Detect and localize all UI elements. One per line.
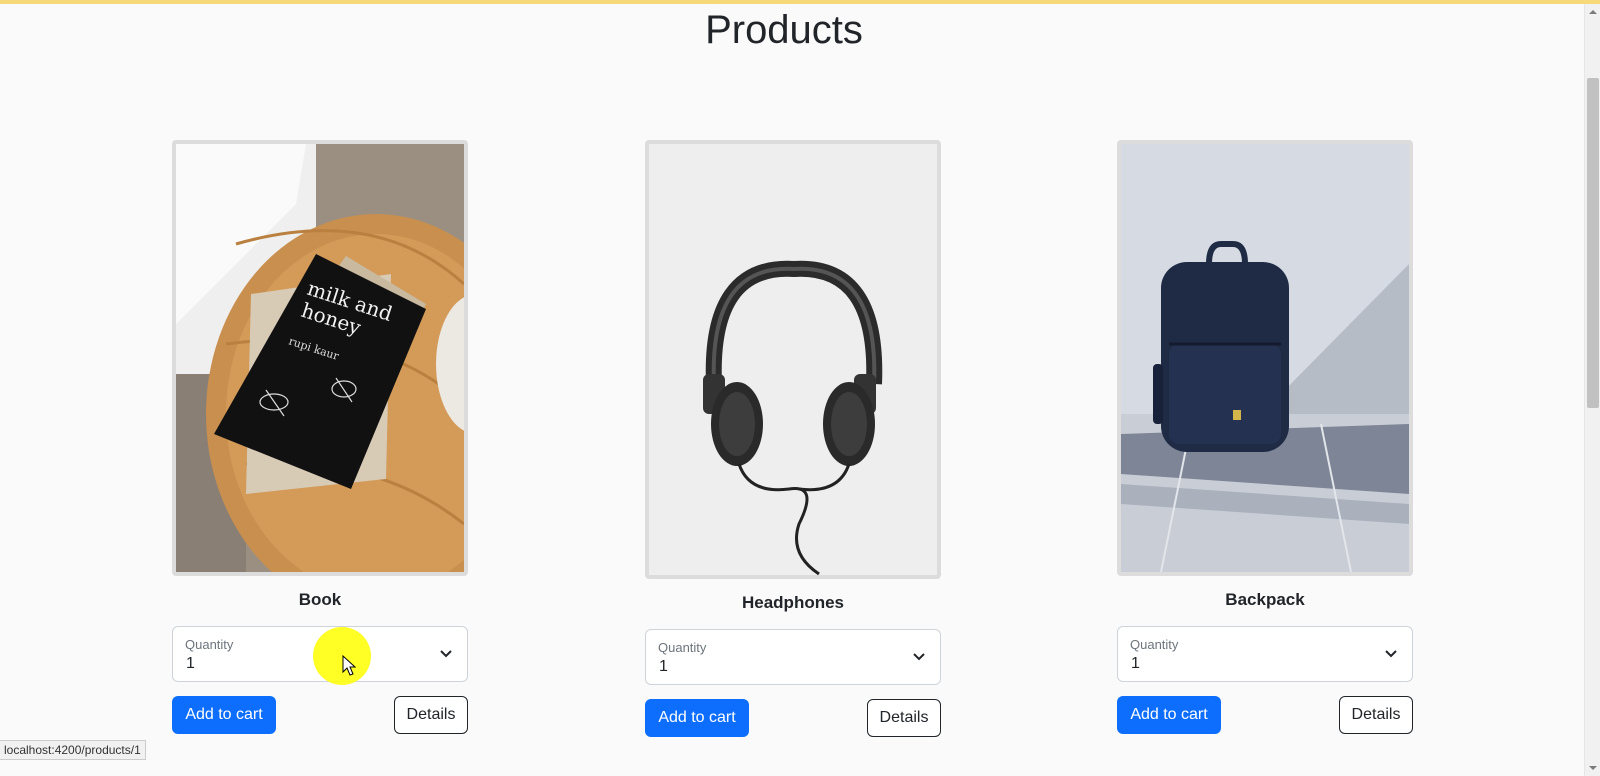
status-url: localhost:4200/products/1 (0, 740, 146, 760)
chevron-down-icon (1385, 650, 1397, 658)
product-name: Book (298, 590, 342, 609)
product-name: Headphones (741, 593, 845, 612)
product-card-headphones: Headphones Quantity 1 Add to cart Detail… (645, 140, 941, 737)
quantity-select[interactable]: Quantity 1 (1117, 626, 1413, 682)
quantity-label: Quantity (1130, 637, 1179, 652)
quantity-label: Quantity (185, 637, 234, 652)
chevron-down-icon (440, 650, 452, 658)
scroll-down-icon[interactable] (1589, 764, 1597, 772)
product-name: Backpack (1225, 590, 1305, 609)
card-actions: Add to cart Details (172, 696, 468, 734)
book-photo: milk and honey rupi kaur (176, 144, 464, 572)
details-button[interactable]: Details (867, 699, 941, 737)
headphones-photo (649, 144, 937, 575)
product-image-backpack[interactable] (1117, 140, 1413, 576)
backpack-photo (1121, 144, 1409, 572)
details-button[interactable]: Details (1339, 696, 1413, 734)
quantity-select[interactable]: Quantity 1 (645, 629, 941, 685)
product-image-book[interactable]: milk and honey rupi kaur (172, 140, 468, 576)
details-button[interactable]: Details (394, 696, 468, 734)
product-card-backpack: Backpack Quantity 1 Add to cart Details (1117, 140, 1413, 734)
scrollbar-thumb[interactable] (1587, 78, 1599, 408)
add-to-cart-button[interactable]: Add to cart (172, 696, 276, 734)
mouse-cursor-icon (342, 655, 356, 676)
vertical-scrollbar[interactable] (1584, 4, 1600, 776)
quantity-value: 1 (186, 655, 195, 672)
add-to-cart-button[interactable]: Add to cart (1117, 696, 1221, 734)
quantity-label: Quantity (658, 640, 707, 655)
product-image-headphones[interactable] (645, 140, 941, 579)
top-accent-bar (0, 0, 1600, 4)
quantity-value: 1 (1131, 655, 1140, 672)
card-actions: Add to cart Details (1117, 696, 1413, 734)
card-actions: Add to cart Details (645, 699, 941, 737)
quantity-value: 1 (659, 658, 668, 675)
chevron-down-icon (913, 653, 925, 661)
add-to-cart-button[interactable]: Add to cart (645, 699, 749, 737)
page-title: Products (705, 8, 863, 52)
scroll-up-icon[interactable] (1589, 8, 1597, 16)
